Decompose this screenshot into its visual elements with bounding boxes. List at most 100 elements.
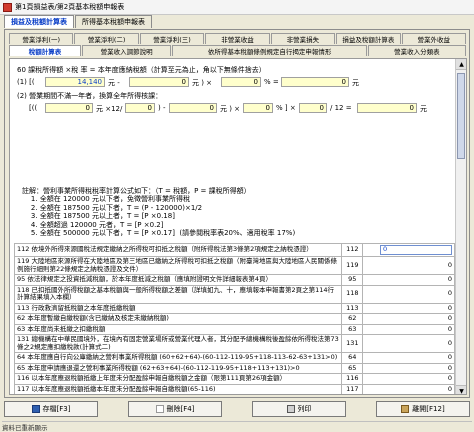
row-code: 95: [341, 274, 364, 286]
row-amount-cell[interactable]: 0: [362, 352, 455, 364]
sub-tabs: 營業淨利(一) 營業淨利(二) 營業淨利(三) 非營業收益 非營業損失 損益及稅…: [9, 33, 467, 57]
row3-prefix: [((: [29, 104, 38, 112]
row-code: 119: [341, 256, 364, 275]
amount-input[interactable]: 0: [380, 245, 452, 255]
print-button[interactable]: 列印: [252, 401, 346, 417]
scroll-down-icon[interactable]: ▼: [456, 385, 466, 394]
row3-label-d: % ] ×: [276, 104, 296, 112]
table-row: 116 以本年度應退稅額抵繳上年度未分配盈餘申報自繳稅額之金額（限第111頁第2…: [13, 373, 455, 385]
table-row: 64 本年度應自行向公庫繳納之營利事業所得稅額 (60+62+64)-(60-1…: [13, 352, 455, 364]
window-title: 第1頁損益表/第2頁基本稅額申報表: [15, 3, 125, 11]
tab-operating-profit-3[interactable]: 營業淨利(三): [139, 33, 205, 44]
row3-label-c: 元 ) ×: [220, 105, 241, 113]
table-row: 119 大陸地區來源所得在大陸地區及第三地區已繳納之所得稅可扣抵之稅額（附臺灣地…: [13, 256, 455, 275]
tab-tax-calc[interactable]: 稅額計算表: [9, 45, 81, 56]
table-row: 112 依境外所得來源國稅法規定繳納之所得稅可扣抵之稅額（附所得稅法第3條第2項…: [13, 243, 455, 257]
row-amount-cell[interactable]: 0: [362, 302, 455, 314]
period-exempt-field[interactable]: 0: [169, 103, 217, 113]
row-amount-cell[interactable]: 0: [362, 362, 455, 374]
tab-basic-tax-disclosure[interactable]: 依所得基本稅額條例規定自行揭定申報情形: [172, 45, 367, 56]
row3-unit: 元: [420, 105, 427, 113]
row3-label-e: / 12 =: [330, 104, 352, 112]
row-amount-cell[interactable]: 0: [362, 284, 455, 304]
row1-unit: 元: [352, 79, 359, 87]
row-description: 64 本年度應自行向公庫繳納之營利事業所得稅額 (60+62+64)-(60-1…: [13, 352, 343, 364]
vertical-scrollbar[interactable]: ▲ ▼: [455, 59, 466, 394]
exit-button[interactable]: 離開[F12]: [376, 401, 470, 417]
tab-non-operating-income[interactable]: 非營業收益: [205, 33, 270, 44]
row-amount-cell[interactable]: 0: [362, 334, 455, 353]
row-code: 118: [341, 284, 364, 304]
row-amount-cell[interactable]: 0: [362, 323, 455, 335]
row3-label-a: 元 ×12/: [96, 105, 123, 113]
sub-tabs-row-2: 稅額計算表 營業收入調節說明 依所得基本稅額條例規定自行揭定申報情形 營業收入分…: [9, 45, 467, 57]
tab-non-operating-loss[interactable]: 非營業損失: [270, 33, 336, 44]
delete-button[interactable]: 刪除[F4]: [128, 401, 222, 417]
period-income-field[interactable]: 0: [45, 103, 93, 113]
row-description: 116 以本年度應退稅額抵繳上年度未分配盈餘申報自繳稅額之金額（限第111頁第2…: [13, 373, 343, 385]
row3-label-b: ) -: [158, 104, 166, 112]
table-row: 95 依法律規定之投資抵減稅額，於本年度抵減之稅額（應填附證明文件詳細報表第4頁…: [13, 274, 455, 286]
sub-tabs-row-1: 營業淨利(一) 營業淨利(二) 營業淨利(三) 非營業收益 非營業損失 損益及稅…: [9, 33, 467, 45]
app-icon: [3, 2, 12, 12]
tab-profit-loss-calc[interactable]: 損益及稅額計算表: [336, 33, 401, 44]
table-row: 117 以本年度應退稅額抵繳本年度未分配盈餘申報自繳稅額(65-116) 117 0: [13, 383, 455, 394]
row-description: 119 大陸地區來源所得在大陸地區及第三地區已繳納之所得稅可扣抵之稅額（附臺灣地…: [13, 256, 343, 275]
main-frame: 營業淨利(一) 營業淨利(二) 營業淨利(三) 非營業收益 非營業損失 損益及稅…: [4, 29, 470, 398]
row-code: 64: [341, 352, 364, 364]
row-amount-cell[interactable]: 0: [362, 373, 455, 385]
row-description: 63 本年度尚未抵繳之扣繳稅額: [13, 323, 343, 335]
row-description: 131 總機構在中華民國境外，在境內有固定營業場所或營業代理人者，其分配予總機構…: [13, 334, 343, 353]
button-bar: 存檔[F3] 刪除[F4] 列印 離開[F12]: [4, 401, 470, 418]
printer-icon: [286, 405, 295, 413]
tax-lines-table: 112 依境外所得來源國稅法規定繳納之所得稅可扣抵之稅額（附所得稅法第3條第2項…: [13, 243, 455, 394]
row1-prefix: (1) [(: [17, 78, 35, 86]
tab-revenue-classification[interactable]: 營業收入分類表: [367, 45, 466, 56]
row1-label-a: 元 -: [108, 79, 120, 87]
tab-income-tax-calc[interactable]: 損益及稅額計算表: [4, 15, 74, 28]
row-code: 112: [341, 243, 364, 257]
scroll-thumb[interactable]: [457, 73, 465, 159]
exempt-amount-field[interactable]: 0: [129, 77, 189, 87]
tab-operating-profit-2[interactable]: 營業淨利(二): [74, 33, 139, 44]
row-code: 65: [341, 362, 364, 374]
row-amount-cell[interactable]: 0: [362, 274, 455, 286]
table-row: 118 已扣抵國外所得稅額之基本稅額與一般所得稅額之差額（詳填如九、十，應填報本…: [13, 284, 455, 304]
row-description: 112 依境外所得來源國稅法規定繳納之所得稅可扣抵之稅額（附所得稅法第3條第2項…: [13, 243, 343, 257]
row-description: 118 已扣抵國外所得稅額之基本稅額與一般所得稅額之差額（詳填如九、十，應填報本…: [13, 284, 343, 304]
table-row: 113 行政救濟留抵稅額之本年度抵繳稅額 113 0: [13, 302, 455, 314]
row-description: 95 依法律規定之投資抵減稅額，於本年度抵減之稅額（應填附證明文件詳細報表第4頁…: [13, 274, 343, 286]
row-code: 113: [341, 302, 364, 314]
row-amount-cell[interactable]: 0: [362, 243, 455, 257]
period-tax-field[interactable]: 0: [357, 103, 417, 113]
table-row: 131 總機構在中華民國境外，在境內有固定營業場所或營業代理人者，其分配予總機構…: [13, 334, 455, 353]
tax-payable-field[interactable]: 0: [281, 77, 349, 87]
status-bar: 資料已重新顯示: [2, 421, 472, 432]
line-60-formula: 60 課稅所得額 ×稅 率 = 本年度應納稅額（計算至元為止，角以下無條件捨去）: [17, 66, 266, 74]
row-amount-cell[interactable]: 0: [362, 383, 455, 394]
top-tabs: 損益及稅額計算表 所得基本稅額申報表: [4, 15, 153, 29]
row-description: 62 本年度暫繳自繳稅額(含已繳納及核定未繳納稅額): [13, 313, 343, 325]
scroll-up-icon[interactable]: ▲: [456, 59, 466, 70]
tab-revenue-reconcile[interactable]: 營業收入調節說明: [81, 45, 172, 56]
save-button[interactable]: 存檔[F3]: [4, 401, 98, 417]
row-code: 117: [341, 383, 364, 394]
tab-operating-profit-1[interactable]: 營業淨利(一): [9, 33, 74, 44]
taxable-income-field[interactable]: 14,140: [45, 77, 105, 87]
row1-label-c: % =: [264, 78, 279, 86]
tab-other-income[interactable]: 營業外收益: [401, 33, 466, 44]
tax-calc-panel: 60 課稅所得額 ×稅 率 = 本年度應納稅額（計算至元為止，角以下無條件捨去）…: [9, 58, 467, 395]
period-rate-field[interactable]: 0: [243, 103, 273, 113]
print-label: 列印: [297, 405, 312, 413]
row-amount-cell[interactable]: 0: [362, 313, 455, 325]
exit-label: 離開[F12]: [412, 405, 445, 413]
period-months-field[interactable]: 0: [299, 103, 327, 113]
months-field[interactable]: 0: [125, 103, 155, 113]
row-description: 65 本年度申請應退還之營利事業所得稅額 (62+63+64)-(60-112-…: [13, 362, 343, 374]
row-code: 62: [341, 313, 364, 325]
row2-text: (2) 營業期間不滿一年者，換算全年所得核課：: [17, 92, 163, 100]
tab-basic-tax-form[interactable]: 所得基本稅額申報表: [75, 15, 152, 28]
tax-rate-field[interactable]: 0: [221, 77, 261, 87]
row-amount-cell[interactable]: 0: [362, 256, 455, 275]
save-icon: [31, 405, 40, 413]
